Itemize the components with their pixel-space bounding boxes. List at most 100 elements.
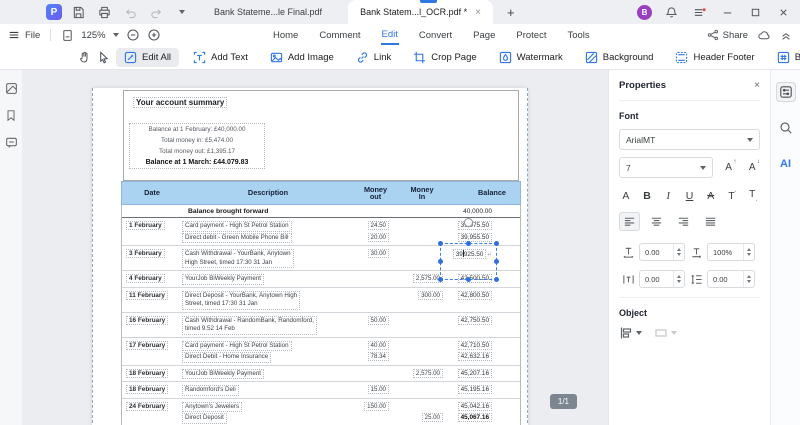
superscript-button[interactable]: Tʹ [725, 190, 739, 202]
date-text[interactable]: 17 February [126, 340, 169, 350]
description-text[interactable]: YourJob BiWeekly Payment [182, 368, 265, 379]
select-tool-button[interactable] [97, 49, 110, 67]
ribbon-tab-convert[interactable]: Convert [418, 27, 453, 44]
comments-icon[interactable] [5, 136, 18, 149]
money-in-text[interactable]: 2,575.00 [412, 368, 443, 378]
money-out-text[interactable]: 150.00 [364, 401, 389, 411]
ribbon-tab-edit[interactable]: Edit [380, 26, 399, 45]
hand-tool-button[interactable] [78, 49, 91, 67]
description-text[interactable]: Card payment - High St Petrol Station [182, 221, 292, 232]
watermark-button[interactable]: Watermark [491, 48, 571, 67]
document-tab-active[interactable]: Bank Statem...l_OCR.pdf * × [348, 0, 493, 24]
page-indicator-badge[interactable]: 1/1 [549, 394, 577, 409]
balance-text[interactable]: 42,800.50 [457, 290, 492, 300]
file-menu[interactable]: File [0, 29, 40, 41]
add-text-button[interactable]: Add Text [185, 48, 256, 67]
document-tab-inactive[interactable]: Bank Stateme...le Final.pdf [206, 7, 330, 17]
redo-button[interactable] [146, 2, 166, 22]
transaction-row[interactable]: 1 February Card payment - High St Petrol … [122, 220, 520, 232]
zoom-out-icon[interactable] [126, 28, 140, 42]
balance-text[interactable]: 39,975.50 [457, 221, 492, 230]
ribbon-tab-page[interactable]: Page [472, 27, 496, 44]
money-out-text[interactable]: 40.00 [367, 340, 389, 350]
undo-button[interactable] [120, 2, 140, 22]
horizontal-scale-input[interactable]: 100% [707, 243, 755, 262]
balance-text[interactable]: 42,710.50 [457, 340, 492, 350]
transaction-row[interactable]: 24 February Anytown's Jewelers 150.00 45,04… [122, 401, 520, 412]
ribbon-tab-home[interactable]: Home [272, 27, 299, 44]
object-align-button[interactable] [619, 326, 642, 340]
description-text[interactable]: Cash Withdrawal - RandomBank, Randomford… [182, 315, 317, 335]
close-window-button[interactable] [774, 4, 792, 20]
selection-handle[interactable] [494, 241, 499, 246]
character-spacing-input[interactable]: 0.00 [639, 243, 685, 262]
balance-text[interactable]: 45,067.16 [457, 413, 492, 422]
description-text[interactable]: Randomford's Deli [182, 385, 239, 396]
link-button[interactable]: Link [348, 48, 399, 67]
zoom-dropdown-icon[interactable] [112, 33, 119, 37]
bates-number-button[interactable]: Bates Number [769, 48, 800, 67]
ribbon-tab-tools[interactable]: Tools [566, 27, 590, 44]
money-in-text[interactable]: 300.00 [418, 290, 443, 300]
description-text[interactable]: Direct debit - Green Mobile Phone Bill [182, 232, 292, 243]
transaction-row[interactable]: 18 February Randomford's Deli 15.00 45,195.… [122, 384, 520, 396]
object-distribute-button[interactable] [654, 326, 677, 340]
close-tab-icon[interactable]: × [475, 7, 481, 18]
increase-font-size-button[interactable]: A ↑ [721, 159, 736, 173]
selection-handle[interactable] [438, 277, 443, 282]
align-left-button[interactable] [619, 212, 640, 232]
zoom-in-icon[interactable] [147, 28, 161, 42]
collapse-toolbar-icon[interactable] [780, 29, 792, 41]
close-panel-icon[interactable]: × [754, 80, 760, 91]
search-icon[interactable] [776, 118, 796, 138]
text-selection-box[interactable] [438, 218, 499, 282]
ribbon-tab-protect[interactable]: Protect [515, 27, 547, 44]
italic-button[interactable]: I [661, 191, 675, 202]
balance-text[interactable]: 42,750.50 [457, 315, 492, 325]
stepper-arrows[interactable] [673, 271, 684, 288]
money-out-text[interactable]: 50.00 [367, 315, 389, 325]
date-text[interactable]: 24 February [126, 401, 169, 411]
money-out-text[interactable]: 30.00 [367, 249, 389, 258]
edit-all-button[interactable]: Edit All [116, 48, 180, 67]
description-text[interactable]: Direct Deposit - YourBank, Anytown High S… [182, 290, 301, 310]
page-fit-icon[interactable] [61, 29, 74, 42]
selection-handle[interactable] [494, 277, 499, 282]
line-spacing-input[interactable]: 0.00 [707, 270, 755, 289]
money-out-text[interactable]: 15.00 [367, 385, 389, 394]
selection-handle[interactable] [438, 241, 443, 246]
balance-text[interactable]: 42,632.16 [457, 352, 492, 361]
date-text[interactable]: 3 February [126, 249, 165, 258]
transaction-row[interactable]: Direct Debit - Home Insurance 78.34 42,632… [122, 351, 520, 363]
transaction-row[interactable]: 16 February Cash Withdrawal - RandomBank,… [122, 315, 520, 335]
date-text[interactable]: 1 February [126, 221, 165, 230]
background-button[interactable]: Background [577, 48, 662, 67]
stepper-arrows[interactable] [743, 244, 754, 261]
titlebar-more-dropdown[interactable] [172, 2, 192, 22]
date-text[interactable]: 16 February [126, 315, 169, 325]
add-image-button[interactable]: Add Image [262, 48, 342, 67]
ribbon-tab-comment[interactable]: Comment [318, 27, 361, 44]
stepper-arrows[interactable] [743, 271, 754, 288]
date-text[interactable]: 4 February [126, 274, 165, 283]
selection-handle[interactable] [466, 277, 471, 282]
font-family-select[interactable]: ArialMT [619, 129, 760, 150]
date-text[interactable]: 11 February [126, 290, 168, 300]
new-tab-button[interactable]: + [507, 5, 515, 20]
transaction-row[interactable]: Direct debit - Green Mobile Phone Bill 20… [122, 232, 520, 243]
header-footer-button[interactable]: Header Footer [667, 48, 762, 67]
page-thumbnails-icon[interactable] [5, 82, 18, 95]
font-color-button[interactable]: A [619, 190, 633, 202]
print-button[interactable] [94, 2, 114, 22]
money-out-text[interactable]: 24.50 [367, 221, 389, 230]
zoom-level-value[interactable]: 125% [81, 30, 105, 41]
transaction-row[interactable]: 18 February YourJob BiWeekly Payment 2,575… [122, 368, 520, 379]
pdf-page[interactable]: Your account summary Balance at 1 Februa… [92, 88, 528, 425]
description-text[interactable]: Direct Deposit [182, 413, 227, 424]
save-button[interactable] [68, 2, 88, 22]
activity-list-icon[interactable] [690, 4, 708, 20]
selection-handle[interactable] [466, 241, 471, 246]
align-justify-button[interactable] [700, 212, 721, 231]
document-canvas[interactable]: Your account summary Balance at 1 Februa… [22, 70, 608, 425]
balance-text[interactable]: 45,195.16 [457, 385, 492, 394]
